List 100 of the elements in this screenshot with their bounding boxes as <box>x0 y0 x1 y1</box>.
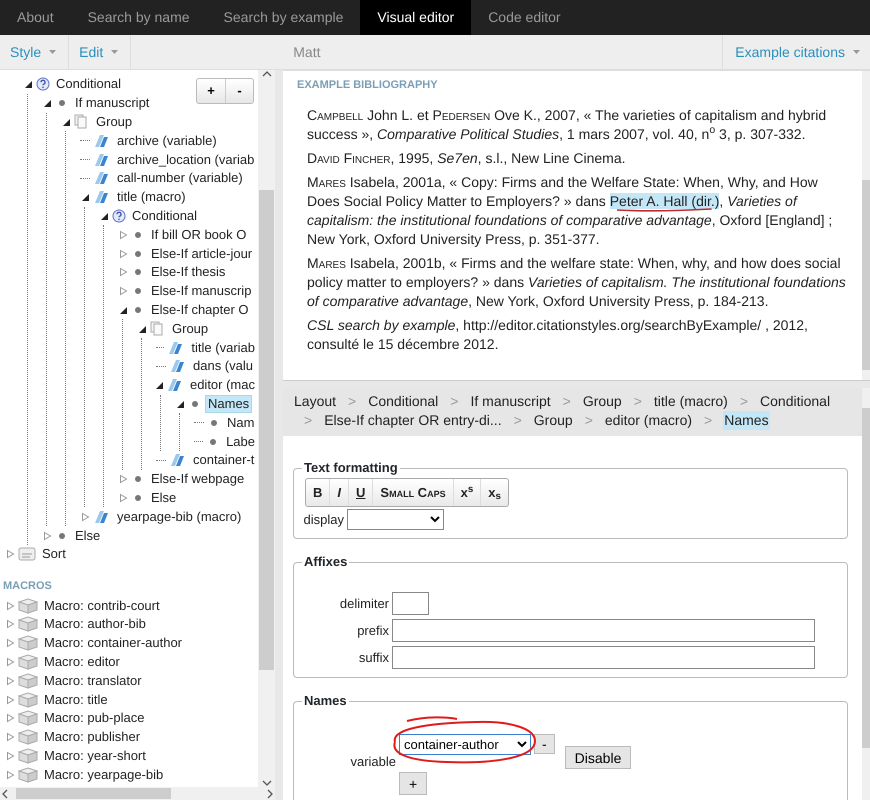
toggle-icon[interactable] <box>5 732 15 742</box>
breadcrumb-item[interactable]: title (macro) <box>652 392 729 411</box>
tree-item[interactable]: call-number (variable) <box>114 169 246 188</box>
tree-item[interactable]: Macro: contrib-court <box>41 596 163 615</box>
tree-item[interactable]: Else-If article-jour <box>148 244 256 263</box>
format-button[interactable]: Small Caps <box>372 479 453 506</box>
format-button[interactable]: U <box>348 479 372 506</box>
toggle-icon[interactable] <box>80 512 90 522</box>
breadcrumb-item[interactable]: Layout <box>293 392 338 411</box>
breadcrumb-item[interactable]: editor (macro) <box>604 411 694 430</box>
tree-item[interactable]: Else <box>148 488 180 507</box>
toggle-icon[interactable] <box>5 619 15 630</box>
scroll-up-icon[interactable] <box>262 70 272 78</box>
tree-item[interactable]: archive (variable) <box>114 132 220 150</box>
toggle-icon[interactable] <box>5 770 15 780</box>
breadcrumb-item[interactable]: Group <box>532 411 574 430</box>
tree-item[interactable]: Macro: container-author <box>41 634 186 652</box>
tree-item[interactable]: Else-If webpage <box>148 470 248 488</box>
tree-item[interactable]: title (macro) <box>114 188 189 206</box>
tree-item[interactable]: Macro: pub-place <box>41 709 148 728</box>
toggle-icon[interactable] <box>118 248 128 259</box>
tree-item[interactable]: Group <box>93 112 136 131</box>
tree-item[interactable]: Macro: author-bib <box>41 615 149 634</box>
tree-item[interactable]: yearpage-bib (macro) <box>114 508 244 526</box>
text-field[interactable] <box>392 646 815 669</box>
format-button[interactable]: B <box>306 479 330 506</box>
format-button[interactable]: I <box>329 479 348 506</box>
toggle-icon[interactable] <box>137 324 147 334</box>
tree-item[interactable]: dans (valu <box>190 357 256 376</box>
toggle-icon[interactable] <box>61 116 71 127</box>
breadcrumb-item[interactable]: Else-If chapter OR entry-di... <box>323 411 503 430</box>
toggle-icon[interactable] <box>80 192 90 202</box>
toggle-icon[interactable] <box>118 267 128 278</box>
toggle-icon[interactable] <box>5 694 15 705</box>
breadcrumb-item[interactable]: If manuscript <box>469 392 552 411</box>
text-field[interactable] <box>392 592 429 615</box>
format-button[interactable]: x$^{s}$ <box>452 479 480 506</box>
nav-tab[interactable]: About <box>0 0 71 35</box>
nav-tab[interactable]: Visual editor <box>360 0 472 35</box>
tree-item[interactable]: Group <box>169 320 212 338</box>
toggle-icon[interactable] <box>5 750 15 761</box>
scrollbar[interactable] <box>862 388 870 800</box>
tree-item[interactable]: Macro: year-short <box>41 746 149 765</box>
variable-select[interactable]: container-author <box>399 734 531 755</box>
toggle-icon[interactable] <box>154 380 164 390</box>
scrollbar[interactable] <box>258 70 275 787</box>
breadcrumb-item[interactable]: Conditional <box>367 392 440 411</box>
toggle-icon[interactable] <box>118 474 128 484</box>
tree-item[interactable]: Macro: translator <box>41 672 145 690</box>
toggle-icon[interactable] <box>5 600 15 611</box>
toggle-icon[interactable] <box>118 286 128 296</box>
nav-tab[interactable]: Search by example <box>206 0 360 35</box>
tree-item[interactable]: Macro: title <box>41 690 111 709</box>
toggle-icon[interactable] <box>5 638 15 648</box>
tree-button[interactable]: + <box>197 79 225 103</box>
tree-item[interactable]: Nam <box>224 414 258 432</box>
toggle-icon[interactable] <box>118 304 128 315</box>
text-field[interactable] <box>392 619 815 642</box>
toggle-icon[interactable] <box>23 79 33 90</box>
tree-item[interactable]: Labe <box>223 432 258 451</box>
scrollbar[interactable] <box>0 787 275 800</box>
toggle-icon[interactable] <box>42 98 52 108</box>
tree-item[interactable]: Else-If manuscrip <box>148 282 254 300</box>
tree-item[interactable]: archive_location (variab <box>114 150 258 169</box>
tree-item[interactable]: title (variab <box>188 338 258 357</box>
display-select[interactable] <box>347 509 444 530</box>
tree-item[interactable]: If manuscript <box>72 94 152 112</box>
toggle-icon[interactable] <box>5 713 15 724</box>
nav-tab[interactable]: Search by name <box>70 0 207 35</box>
toggle-icon[interactable] <box>42 530 52 541</box>
tree-item[interactable]: Conditional <box>129 206 200 225</box>
format-button[interactable]: x$_{s}$ <box>480 479 508 506</box>
scroll-right-icon[interactable] <box>265 788 275 798</box>
toggle-icon[interactable] <box>5 676 15 686</box>
tree-item[interactable]: editor (mac <box>186 376 258 394</box>
tree-item[interactable]: container-t <box>190 451 258 470</box>
toggle-icon[interactable] <box>5 657 15 667</box>
disable-button[interactable]: Disable <box>564 746 632 769</box>
tree-item[interactable]: Macro: yearpage-bib <box>41 766 166 784</box>
add-button[interactable]: + <box>399 772 428 795</box>
tree-button[interactable]: - <box>225 79 253 103</box>
nav-tab[interactable]: Code editor <box>471 0 578 35</box>
scroll-left-icon[interactable] <box>0 788 10 798</box>
remove-button[interactable]: - <box>534 734 555 754</box>
tree-item[interactable]: Else-If chapter O <box>148 300 252 319</box>
tree-item[interactable]: Else-If thesis <box>148 263 228 282</box>
tree-item[interactable]: Names <box>205 394 252 413</box>
breadcrumb-item[interactable]: Group <box>582 392 623 411</box>
breadcrumb-item[interactable]: Conditional <box>759 392 832 411</box>
tree-item[interactable]: If bill OR book O <box>148 226 250 244</box>
scroll-down-icon[interactable] <box>262 779 272 787</box>
toggle-icon[interactable] <box>99 210 109 221</box>
tree-item[interactable]: Conditional <box>53 75 124 94</box>
tree-item[interactable]: Macro: editor <box>41 653 123 671</box>
tree-item[interactable]: Macro: publisher <box>41 728 144 746</box>
toggle-icon[interactable] <box>5 549 15 560</box>
toggle-icon[interactable] <box>118 230 128 240</box>
tree-item[interactable]: Else <box>72 526 104 545</box>
scrollbar[interactable] <box>862 71 870 380</box>
toggle-icon[interactable] <box>175 398 185 409</box>
